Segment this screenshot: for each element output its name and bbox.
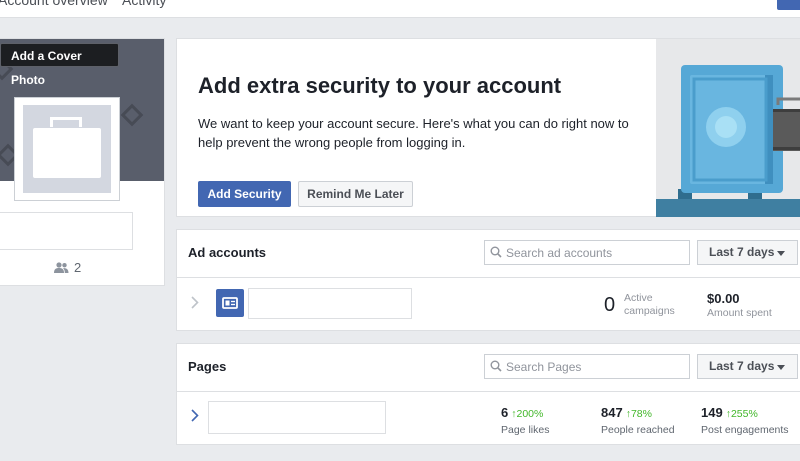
ad-accounts-search[interactable]: [484, 240, 690, 265]
stat-change: ↑78%: [626, 408, 652, 420]
caret-down-icon: [777, 251, 785, 256]
ad-accounts-title: Ad accounts: [188, 245, 267, 260]
stat-label: People reached: [601, 424, 675, 436]
security-title: Add extra security to your account: [198, 73, 562, 98]
pages-card: Pages Last 7 days 6↑200% Page likes 847↑…: [176, 343, 800, 445]
briefcase-icon: [50, 117, 82, 127]
pages-date-range-dropdown[interactable]: Last 7 days: [697, 354, 798, 379]
profile-card: Add a Cover Photo 2: [0, 38, 165, 286]
stat-change: ↑255%: [726, 408, 758, 420]
date-range-label: Last 7 days: [709, 359, 775, 373]
safe-icon: [656, 65, 800, 217]
ad-account-icon: [216, 289, 244, 317]
friends-count[interactable]: 2: [54, 260, 81, 275]
pages-search[interactable]: [484, 354, 690, 379]
pages-title: Pages: [188, 359, 227, 374]
top-action-button[interactable]: [777, 0, 800, 10]
date-range-label: Last 7 days: [709, 245, 775, 259]
profile-name-box: [0, 212, 133, 250]
stat-people-reached: 847 ↑78% People reached: [601, 404, 675, 436]
stat-value: 847: [601, 405, 623, 420]
security-description: We want to keep your account secure. Her…: [198, 116, 629, 150]
stat-change: ↑200%: [511, 408, 543, 420]
friends-count-value: 2: [74, 260, 82, 275]
safe-illustration: [656, 39, 800, 217]
search-icon: [490, 246, 502, 258]
search-icon: [490, 360, 502, 372]
chevron-right-icon[interactable]: [191, 409, 199, 422]
stat-change-value: 200%: [516, 408, 544, 420]
stat-page-likes: 6 ↑200% Page likes: [501, 404, 549, 436]
ad-accounts-header: Ad accounts Last 7 days: [177, 230, 800, 278]
tab-activity[interactable]: Activity: [122, 0, 166, 8]
caret-down-icon: [777, 365, 785, 370]
ad-account-row[interactable]: 0 Active campaigns $0.00 Amount spent: [177, 277, 800, 331]
stat-value: 6: [501, 405, 509, 420]
stat-change-value: 255%: [730, 408, 758, 420]
ad-accounts-search-input[interactable]: [505, 241, 686, 264]
stat-post-engagements: 149 ↑255% Post engagements: [701, 404, 789, 436]
remind-me-later-button[interactable]: Remind Me Later: [298, 181, 413, 207]
stat-label: Post engagements: [701, 424, 789, 436]
cover-pattern-diamond: [120, 103, 144, 127]
active-campaigns-label-line2: campaigns: [624, 305, 675, 317]
stat-label: Page likes: [501, 424, 550, 436]
active-campaigns-label-line1: Active: [624, 292, 653, 304]
add-cover-photo-button[interactable]: Add a Cover Photo: [0, 43, 119, 87]
ad-accounts-card: Ad accounts Last 7 days 0 Active c: [176, 229, 800, 331]
avatar-placeholder: [23, 105, 111, 193]
avatar[interactable]: [14, 97, 120, 201]
page-name-box: [208, 401, 386, 434]
security-card: Add extra security to your account We wa…: [176, 38, 800, 217]
active-campaigns-count: 0: [604, 294, 616, 316]
stat-value: 149: [701, 405, 723, 420]
people-icon: [54, 261, 69, 273]
pages-header: Pages Last 7 days: [177, 344, 800, 392]
amount-spent-value: $0.00: [707, 291, 740, 306]
ad-accounts-date-range-dropdown[interactable]: Last 7 days: [697, 240, 798, 265]
pages-search-input[interactable]: [505, 355, 686, 378]
top-nav: Account overview Activity: [0, 0, 800, 18]
add-security-button[interactable]: Add Security: [198, 181, 291, 207]
ad-account-name-box: [248, 288, 412, 319]
tab-account-overview[interactable]: Account overview: [0, 0, 108, 8]
amount-spent-label: Amount spent: [707, 307, 772, 319]
page-row[interactable]: 6 ↑200% Page likes 847 ↑78% People reached…: [177, 391, 800, 445]
stat-change-value: 78%: [630, 408, 652, 420]
briefcase-icon-body: [33, 128, 101, 178]
